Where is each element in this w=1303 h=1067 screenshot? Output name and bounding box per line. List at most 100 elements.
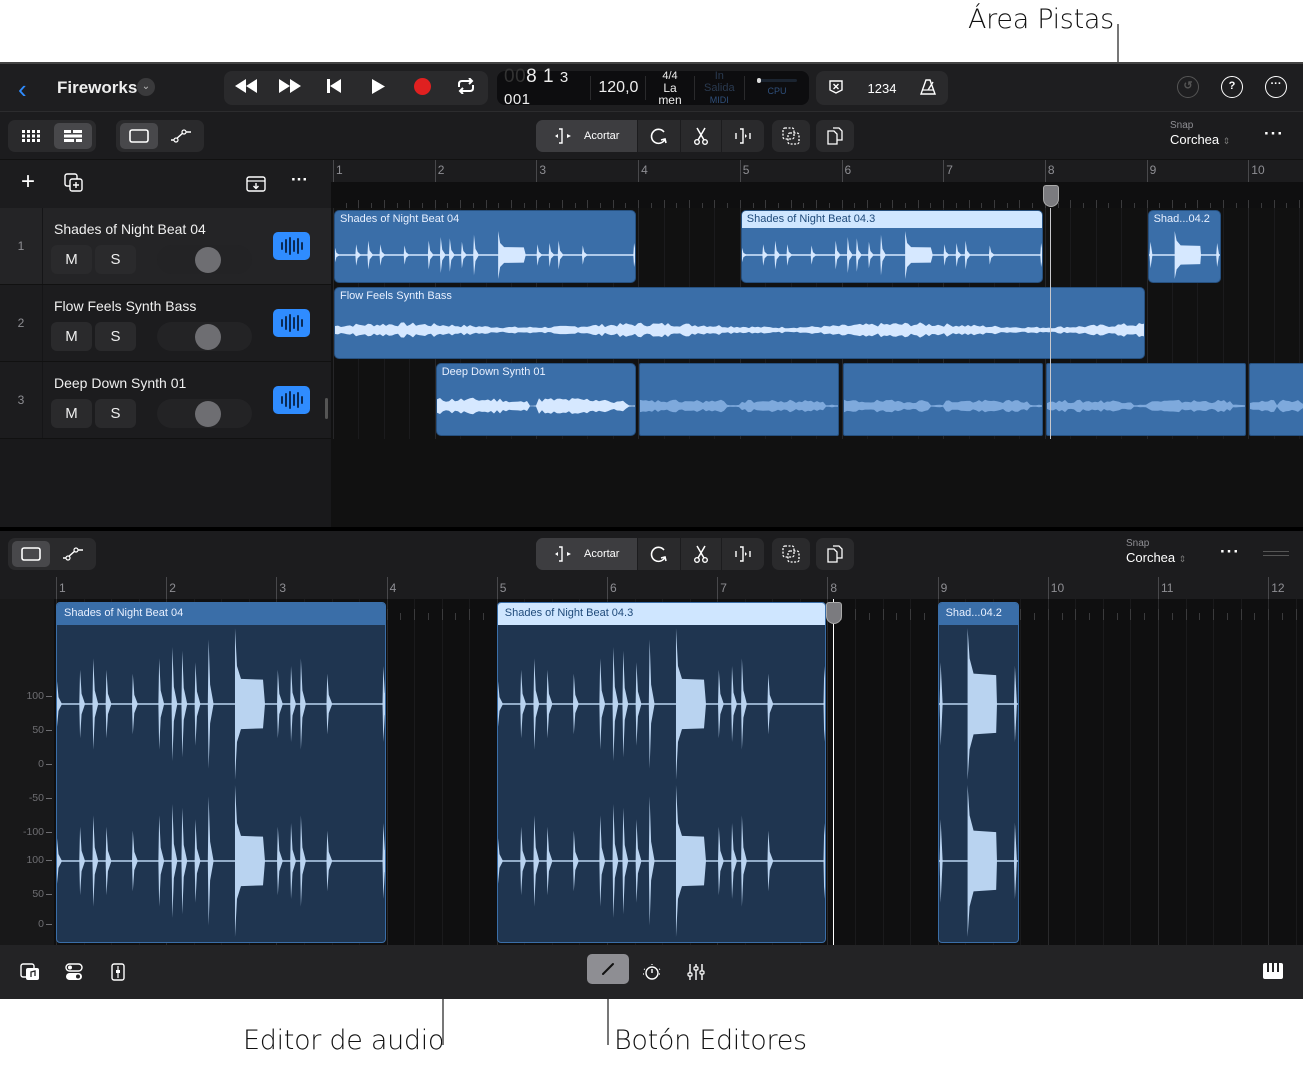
trim-tool-button[interactable]: Acortar bbox=[536, 120, 639, 152]
editor-more-button[interactable]: ··· bbox=[1220, 542, 1240, 562]
track-region[interactable] bbox=[1249, 363, 1303, 437]
mute-button[interactable]: M bbox=[51, 245, 92, 274]
volume-slider[interactable] bbox=[157, 399, 252, 428]
solo-button[interactable]: S bbox=[95, 245, 136, 274]
browsers-icon[interactable] bbox=[20, 963, 40, 985]
track-header-more-icon[interactable]: ··· bbox=[291, 170, 308, 190]
more-options-icon[interactable]: ··· bbox=[1265, 76, 1287, 98]
auto-punch-button[interactable] bbox=[828, 79, 844, 98]
volume-slider[interactable] bbox=[157, 245, 252, 274]
volume-slider[interactable] bbox=[157, 322, 252, 351]
editor-snap-control[interactable]: Snap Corchea ⇕ bbox=[1126, 538, 1186, 565]
editor-ruler-tick bbox=[469, 609, 471, 620]
editor-region[interactable]: Shad...04.2 bbox=[937, 602, 1020, 943]
track-name[interactable]: Deep Down Synth 01 bbox=[54, 375, 186, 391]
volume-knob[interactable] bbox=[194, 247, 221, 273]
track-region[interactable] bbox=[1045, 363, 1247, 437]
editor-ruler[interactable]: 1 2 3 4 5 6 7 8 9 10 11 12 bbox=[54, 577, 1303, 599]
playhead[interactable] bbox=[1049, 208, 1052, 439]
editor-split-tool-button[interactable] bbox=[681, 538, 723, 570]
editor-ruler-bar-number: 4 bbox=[389, 581, 397, 595]
count-in-button[interactable]: 1234 bbox=[868, 81, 897, 96]
project-menu-chevron-icon[interactable]: ⌄ bbox=[137, 78, 155, 96]
track-region[interactable]: Deep Down Synth 01 bbox=[435, 363, 637, 437]
duplicate-track-icon[interactable] bbox=[64, 173, 84, 199]
playhead-handle[interactable] bbox=[1042, 185, 1059, 207]
editor-copy-button[interactable] bbox=[816, 538, 855, 570]
track-name[interactable]: Shades of Night Beat 04 bbox=[54, 221, 206, 237]
track-region[interactable]: Shades of Night Beat 04 bbox=[334, 210, 637, 283]
editor-playhead-handle[interactable] bbox=[825, 602, 842, 624]
help-icon[interactable]: ? bbox=[1221, 76, 1243, 98]
automation-curve-icon bbox=[171, 129, 191, 143]
editor-loop-tool-button[interactable] bbox=[638, 538, 682, 570]
track-region[interactable]: Flow Feels Synth Bass bbox=[334, 286, 1145, 360]
region-mode-button[interactable] bbox=[120, 123, 158, 149]
tracks-area[interactable]: Shades of Night Beat 04 Shades of Night B… bbox=[331, 208, 1303, 527]
editor-join-tool-button[interactable] bbox=[722, 538, 764, 570]
solo-button[interactable]: S bbox=[95, 399, 136, 428]
duplicate-button[interactable] bbox=[772, 120, 811, 152]
mixer-icon[interactable] bbox=[687, 963, 705, 985]
editor-ruler-tick bbox=[923, 613, 925, 620]
region-name: Shades of Night Beat 04 bbox=[340, 213, 460, 225]
live-loops-view-button[interactable] bbox=[12, 123, 50, 149]
editor-resize-handle[interactable] bbox=[1263, 551, 1289, 556]
tracks-view-button[interactable] bbox=[54, 123, 92, 149]
solo-button[interactable]: S bbox=[95, 322, 136, 351]
tracks-ruler[interactable]: 1 2 3 4 5 6 7 8 9 10 bbox=[331, 160, 1303, 208]
audio-track-icon[interactable] bbox=[273, 386, 310, 414]
editor-ruler-bar-line bbox=[56, 577, 57, 599]
track-region[interactable] bbox=[639, 363, 840, 437]
snap-control[interactable]: Snap Corchea ⇕ bbox=[1170, 120, 1230, 147]
cycle-button[interactable] bbox=[449, 77, 483, 98]
automation-mode-button[interactable] bbox=[162, 123, 200, 149]
play-button[interactable] bbox=[361, 78, 395, 98]
editor-region[interactable]: Shades of Night Beat 04 bbox=[56, 602, 386, 943]
track-region[interactable]: Shad...04.2 bbox=[1147, 210, 1221, 283]
inspector-toggle-icon[interactable] bbox=[65, 963, 83, 985]
track-region[interactable] bbox=[842, 363, 1043, 437]
amplitude-tick bbox=[46, 764, 52, 765]
editor-region[interactable]: Shades of Night Beat 04.3 bbox=[496, 602, 827, 943]
copy-button[interactable] bbox=[816, 120, 855, 152]
split-tool-button[interactable] bbox=[681, 120, 723, 152]
audio-track-icon[interactable] bbox=[273, 309, 310, 337]
audio-editor[interactable]: Shades of Night Beat 04 Shades of Night B… bbox=[54, 599, 1303, 945]
edit-tools: Acortar bbox=[536, 120, 855, 152]
track-header[interactable]: 1 Shades of Night Beat 04 M S bbox=[0, 208, 331, 285]
audio-track-icon[interactable] bbox=[273, 232, 310, 260]
join-tool-button[interactable] bbox=[722, 120, 764, 152]
smart-controls-icon[interactable] bbox=[111, 963, 125, 985]
track-region[interactable]: Shades of Night Beat 04.3 bbox=[740, 210, 1043, 283]
track-name[interactable]: Flow Feels Synth Bass bbox=[54, 298, 196, 314]
undo-icon[interactable]: ↺ bbox=[1177, 76, 1199, 98]
editors-button[interactable] bbox=[587, 954, 629, 984]
add-track-icon[interactable]: + bbox=[21, 168, 35, 196]
track-list-scrollbar[interactable] bbox=[325, 398, 328, 419]
record-button[interactable] bbox=[405, 77, 439, 99]
track-header[interactable]: 3 Deep Down Synth 01 M S bbox=[0, 362, 331, 439]
metronome-button[interactable] bbox=[920, 78, 937, 98]
loop-tool-button[interactable] bbox=[638, 120, 682, 152]
editor-trim-tool-button[interactable]: Acortar bbox=[536, 538, 639, 570]
editor-automation-mode-button[interactable] bbox=[54, 541, 92, 567]
go-to-beginning-button[interactable] bbox=[317, 79, 351, 97]
import-icon[interactable] bbox=[246, 175, 266, 198]
back-chevron-icon[interactable]: ‹ bbox=[18, 74, 27, 105]
tracks-more-button[interactable]: ··· bbox=[1264, 124, 1284, 144]
rewind-button[interactable] bbox=[229, 79, 263, 97]
track-header[interactable]: 2 Flow Feels Synth Bass M S bbox=[0, 285, 331, 362]
fast-forward-button[interactable] bbox=[273, 79, 307, 97]
project-title[interactable]: Fireworks bbox=[57, 78, 137, 98]
volume-knob[interactable] bbox=[194, 401, 221, 427]
lcd-display[interactable]: 008 1 3 001 120,0 4/4 La men In Salida M… bbox=[497, 66, 809, 108]
mute-button[interactable]: M bbox=[51, 322, 92, 351]
editor-region-mode-button[interactable] bbox=[12, 541, 50, 567]
mute-button[interactable]: M bbox=[51, 399, 92, 428]
keyboard-icon[interactable] bbox=[1263, 963, 1283, 983]
editor-duplicate-button[interactable] bbox=[772, 538, 811, 570]
plugins-icon[interactable] bbox=[642, 963, 662, 985]
volume-knob[interactable] bbox=[194, 324, 221, 350]
editor-playhead[interactable] bbox=[832, 599, 835, 945]
